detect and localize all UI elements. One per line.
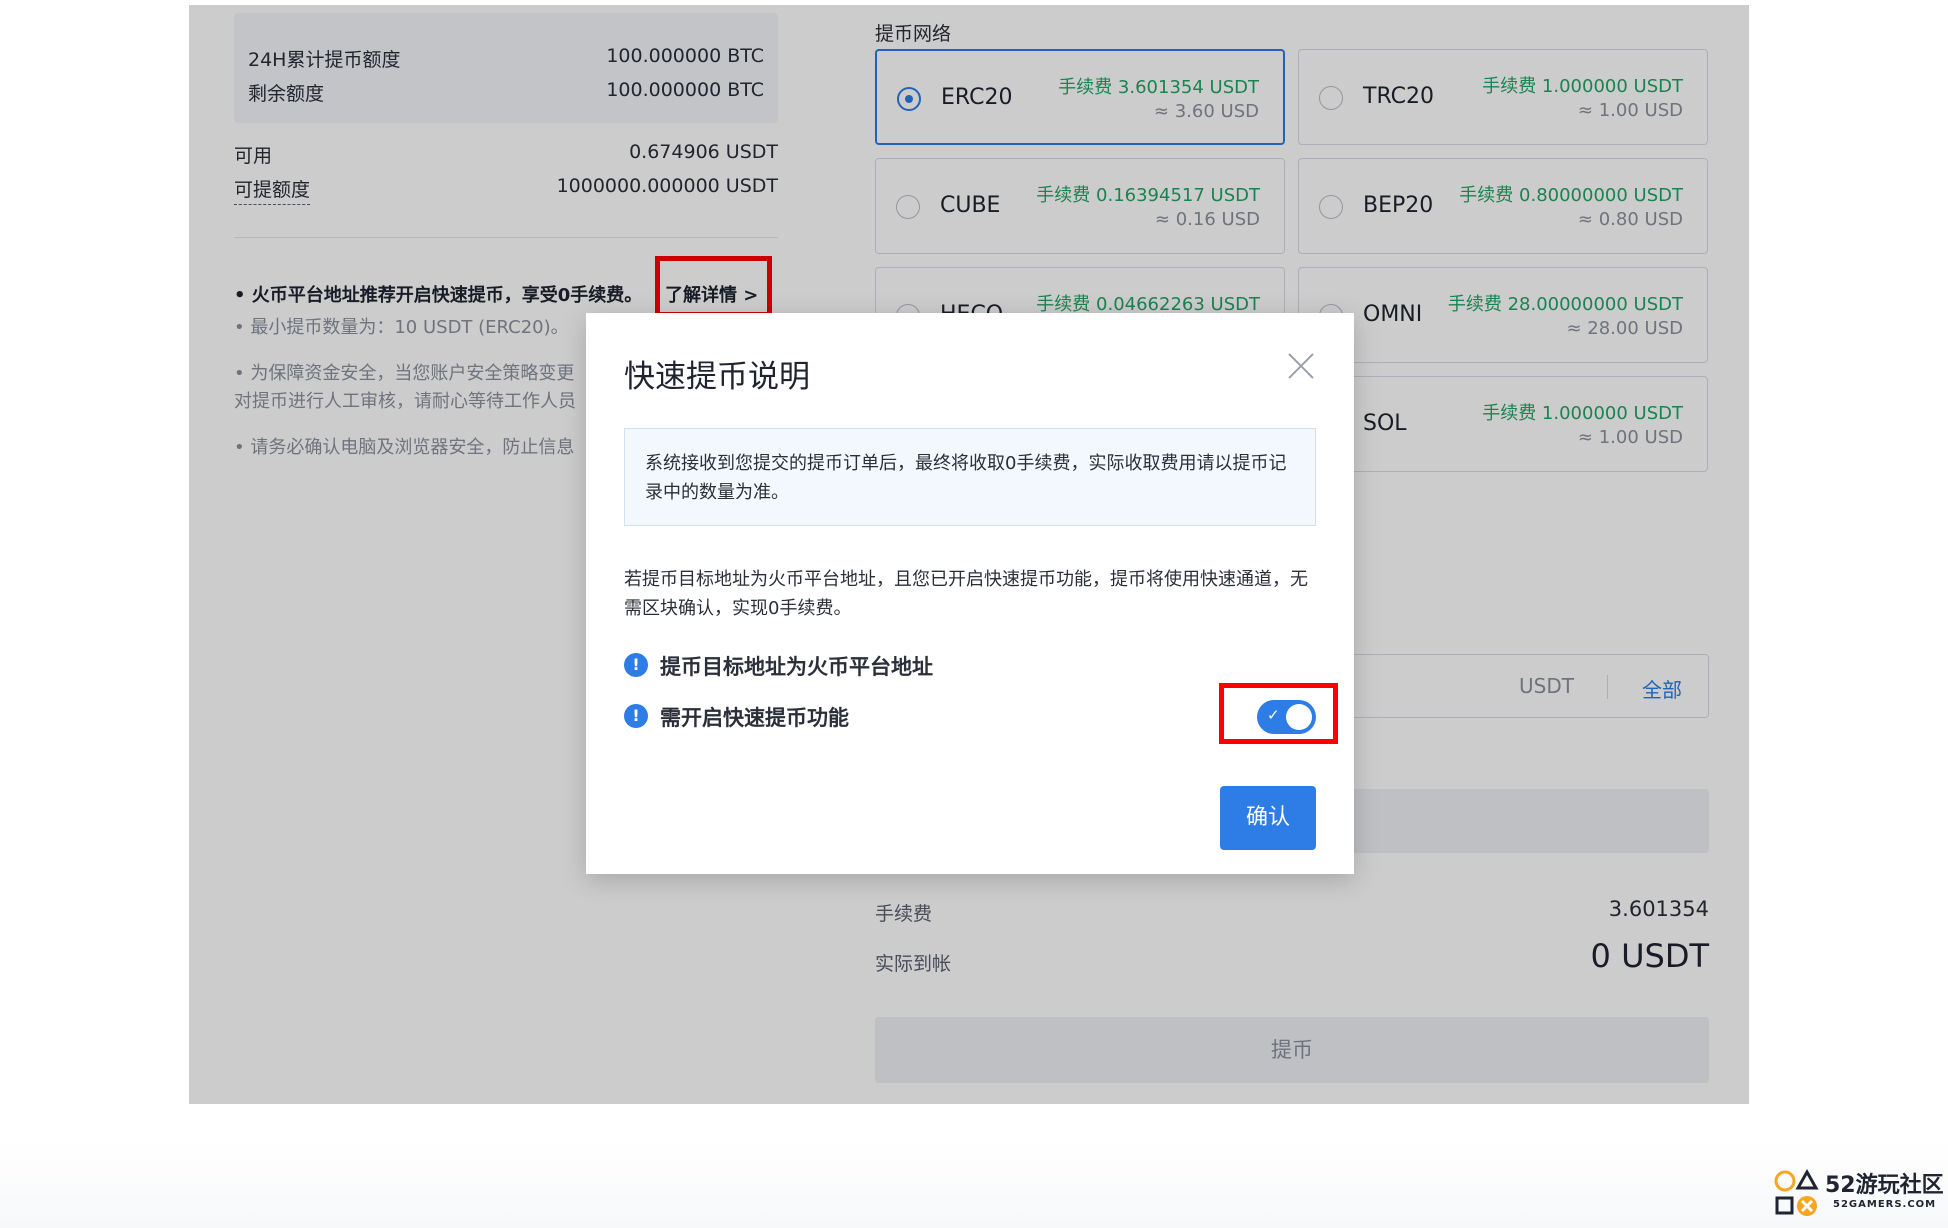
modal-title: 快速提币说明 <box>624 359 810 395</box>
watermark-domain: 52GAMERS.COM <box>1833 1199 1937 1210</box>
modal-description: 若提币目标地址为火币平台地址，且您已开启快速提币功能，提币将使用快速通道，无需区… <box>624 569 1308 619</box>
watermark-logo: 52游玩社区 52GAMERS.COM <box>1773 1167 1944 1219</box>
highlight-toggle <box>1219 683 1338 744</box>
fast-withdraw-modal: 快速提币说明 系统接收到您提交的提币订单后，最终将收取0手续费，实际收取费用请以… <box>586 313 1354 874</box>
close-icon[interactable] <box>1286 351 1316 381</box>
exclamation-icon: ! <box>624 653 648 677</box>
requirement-toggle-text: 需开启快速提币功能 <box>660 706 849 730</box>
footer-band <box>0 1140 1948 1228</box>
page: { "left": { "quota_24h_label": "24H累计提币额… <box>0 0 1948 1228</box>
modal-info-box: 系统接收到您提交的提币订单后，最终将收取0手续费，实际收取费用请以提币记录中的数… <box>624 428 1316 526</box>
requirement-address-text: 提币目标地址为火币平台地址 <box>660 655 933 679</box>
exclamation-icon: ! <box>624 704 648 728</box>
watermark-brand: 52游玩社区 <box>1825 1173 1944 1198</box>
gamepad-symbols-icon <box>1774 1168 1819 1216</box>
confirm-button[interactable]: 确认 <box>1220 786 1316 850</box>
